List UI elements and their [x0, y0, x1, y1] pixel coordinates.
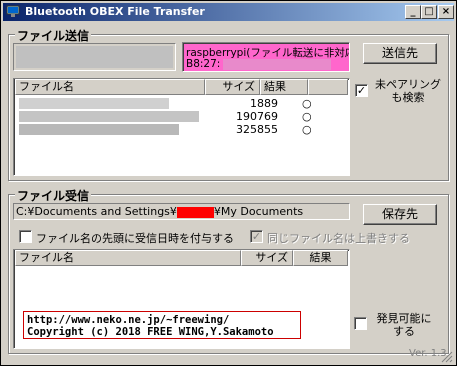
save-path-suffix: ¥My Documents: [213, 205, 304, 218]
receive-group-label: ファイル受信: [15, 187, 92, 204]
col-filler: [308, 79, 348, 95]
send-destination-button[interactable]: 送信先: [363, 43, 437, 64]
minimize-button[interactable]: _: [405, 5, 421, 19]
discoverable-label: 発見可能にする: [376, 312, 432, 338]
overwrite-checkbox[interactable]: ✓: [250, 230, 263, 243]
device-address: B8:27:: [186, 58, 221, 70]
unpaired-search-checkbox[interactable]: ✓: [355, 84, 368, 97]
send-file-path-field[interactable]: [13, 43, 176, 71]
close-button[interactable]: ×: [438, 5, 454, 19]
result-icon: ○: [302, 110, 312, 123]
file-size: 1889: [250, 97, 278, 110]
device-select[interactable]: raspberrypi(ファイル転送に非対応 B8:27:: [182, 42, 350, 72]
send-file-list[interactable]: ファイル名 サイズ 結果 1889 ○ 190769 ○ 325855 ○: [13, 78, 350, 176]
redacted-address: [223, 59, 331, 70]
save-destination-button[interactable]: 保存先: [363, 204, 437, 225]
file-size: 190769: [236, 110, 278, 123]
title-bar[interactable]: Bluetooth OBEX File Transfer _ □ ×: [3, 3, 454, 21]
list-item[interactable]: 1889 ○: [16, 97, 346, 110]
redacted-area: [16, 46, 173, 68]
maximize-button[interactable]: □: [421, 5, 437, 19]
redacted-filename: [19, 124, 179, 135]
window-title: Bluetooth OBEX File Transfer: [25, 5, 205, 18]
send-group-label: ファイル送信: [15, 27, 92, 44]
credit-box: http://www.neko.ne.jp/~freewing/ Copyrig…: [23, 311, 301, 339]
prefix-date-checkbox[interactable]: [19, 230, 32, 243]
col-result[interactable]: 結果: [260, 79, 308, 95]
redacted-username: [176, 206, 214, 218]
result-icon: ○: [302, 97, 312, 110]
file-size: 325855: [236, 123, 278, 136]
col-result[interactable]: 結果: [293, 250, 348, 266]
discoverable-checkbox[interactable]: [354, 317, 367, 330]
prefix-date-label: ファイル名の先頭に受信日時を付与する: [36, 232, 234, 245]
resize-grip-icon[interactable]: [441, 351, 453, 363]
col-filename[interactable]: ファイル名: [15, 79, 205, 95]
col-size[interactable]: サイズ: [241, 250, 293, 266]
redacted-filename: [19, 111, 199, 122]
overwrite-label: 同じファイル名は上書きする: [267, 232, 410, 245]
app-window: Bluetooth OBEX File Transfer _ □ × ファイル送…: [0, 0, 457, 366]
redacted-filename: [19, 98, 169, 109]
result-icon: ○: [302, 123, 312, 136]
save-path-field[interactable]: C:¥Documents and Settings¥ ¥My Documents: [13, 203, 350, 220]
col-size[interactable]: サイズ: [205, 79, 260, 95]
col-filename[interactable]: ファイル名: [15, 250, 241, 266]
list-item[interactable]: 190769 ○: [16, 110, 346, 123]
author-url[interactable]: http://www.neko.ne.jp/~freewing/: [27, 314, 297, 326]
unpaired-search-label: 未ペアリングも検索: [375, 78, 441, 104]
copyright-text: Copyright (c) 2018 FREE WING,Y.Sakamoto: [27, 326, 274, 338]
list-item[interactable]: 325855 ○: [16, 123, 346, 136]
bluetooth-app-icon: [6, 5, 20, 18]
save-path-prefix: C:¥Documents and Settings¥: [16, 205, 177, 218]
receive-file-list[interactable]: ファイル名 サイズ 結果 http://www.neko.ne.jp/~free…: [13, 249, 350, 349]
